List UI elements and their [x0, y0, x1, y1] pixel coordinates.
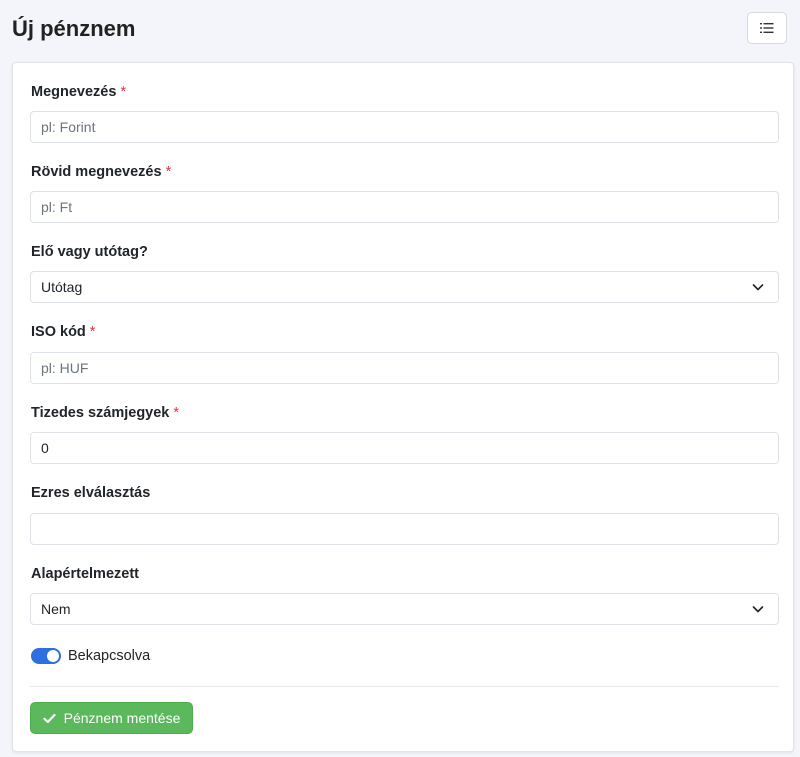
required-mark: * — [173, 405, 180, 421]
list-menu-button[interactable] — [747, 12, 787, 44]
position-selected-value: Utótag — [41, 279, 83, 295]
enabled-label: Bekapcsolva — [68, 648, 151, 664]
name-input[interactable] — [30, 111, 779, 143]
thousands-separator-input[interactable] — [30, 513, 779, 545]
switch-knob — [47, 650, 59, 662]
chevron-down-icon — [752, 606, 764, 613]
required-mark: * — [120, 84, 127, 100]
required-mark: * — [89, 324, 96, 340]
divider — [30, 686, 779, 687]
check-icon — [43, 713, 56, 724]
decimals-input[interactable] — [30, 432, 779, 464]
chevron-down-icon — [752, 284, 764, 291]
default-selected-value: Nem — [41, 601, 71, 617]
short-name-input[interactable] — [30, 191, 779, 223]
short-name-label: Rövid megnevezés * — [31, 164, 172, 180]
save-button-label: Pénznem mentése — [63, 710, 181, 726]
decimals-label: Tizedes számjegyek * — [31, 405, 180, 421]
enabled-switch[interactable] — [31, 648, 61, 664]
iso-code-input[interactable] — [30, 352, 779, 384]
position-select[interactable]: Utótag — [30, 271, 779, 303]
required-mark: * — [165, 164, 172, 180]
list-icon — [760, 23, 774, 33]
save-currency-button[interactable]: Pénznem mentése — [30, 702, 193, 734]
default-select[interactable]: Nem — [30, 593, 779, 625]
name-label: Megnevezés * — [31, 84, 127, 100]
page-title: Új pénznem — [12, 16, 136, 41]
page-header: Új pénznem — [0, 0, 800, 60]
thousands-separator-label: Ezres elválasztás — [31, 485, 151, 501]
enabled-toggle-row: Bekapcsolva — [31, 647, 150, 665]
iso-code-label: ISO kód * — [31, 324, 96, 340]
default-label: Alapértelmezett — [31, 566, 139, 582]
position-label: Elő vagy utótag? — [31, 244, 148, 260]
currency-form-card: Megnevezés* Rövid megnevezés* Elő vagy u… — [12, 62, 794, 752]
